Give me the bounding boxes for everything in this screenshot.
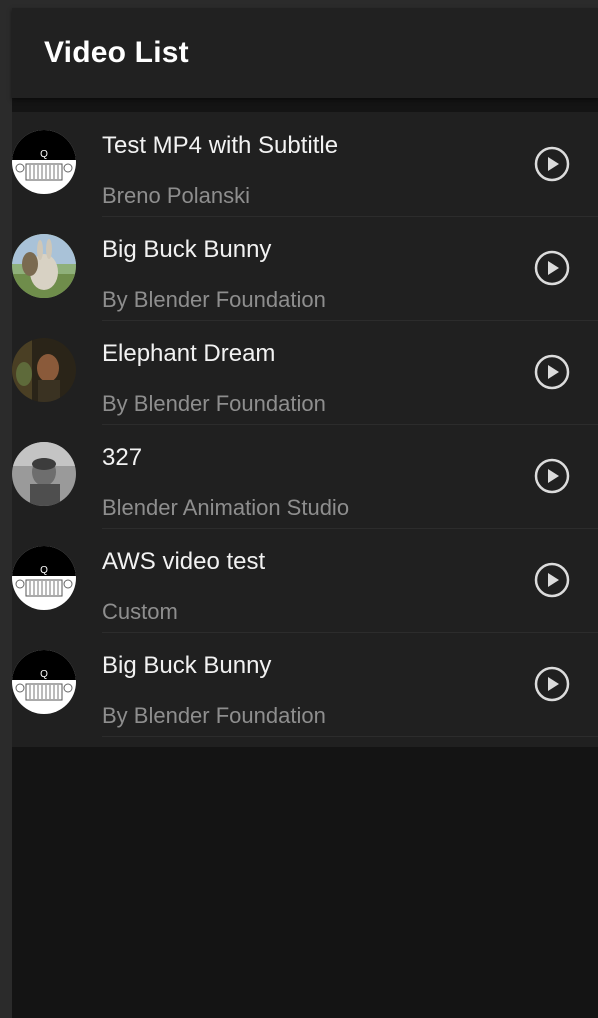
bunny-thumbnail [12,234,76,298]
jeep-icon: Q [12,650,76,714]
play-icon[interactable] [534,562,570,598]
video-author: Custom [102,599,178,624]
video-title: AWS video test [102,548,266,575]
svg-text:Q: Q [40,669,48,680]
play-icon[interactable] [534,146,570,182]
app-root: Video List Q Test MP4 with Subtitle Bren… [12,8,598,1018]
svg-text:Q: Q [40,565,48,576]
327-thumbnail [12,442,76,506]
video-list: Q Test MP4 with Subtitle Breno Polanski [12,112,598,747]
svg-text:Q: Q [40,149,48,160]
video-author: Blender Animation Studio [102,495,350,520]
elephant-dream-thumbnail [12,338,76,402]
jeep-icon: Q [12,130,76,194]
page-title: Video List [44,36,189,69]
play-icon[interactable] [534,458,570,494]
video-title: Test MP4 with Subtitle [102,132,339,159]
video-list-item[interactable]: Big Buck Bunny By Blender Foundation [12,216,598,321]
video-list-item[interactable]: Q Test MP4 with Subtitle Breno Polanski [12,112,598,217]
divider [102,736,598,737]
video-title: 327 [102,444,143,471]
play-icon[interactable] [534,354,570,390]
video-title: Big Buck Bunny [102,236,272,263]
video-author: By Blender Foundation [102,703,326,728]
video-title: Big Buck Bunny [102,652,272,679]
video-author: By Blender Foundation [102,287,326,312]
header-bar: Video List [12,8,598,98]
video-list-item[interactable]: Q Big Buck Bunny By Blender Foundation [12,632,598,737]
video-list-item[interactable]: 327 Blender Animation Studio [12,424,598,529]
video-author: Breno Polanski [102,183,250,208]
jeep-icon: Q [12,546,76,610]
video-list-item[interactable]: Elephant Dream By Blender Foundation [12,320,598,425]
play-icon[interactable] [534,250,570,286]
video-title: Elephant Dream [102,340,276,367]
video-list-item[interactable]: Q AWS video test Custom [12,528,598,633]
video-author: By Blender Foundation [102,391,326,416]
play-icon[interactable] [534,666,570,702]
